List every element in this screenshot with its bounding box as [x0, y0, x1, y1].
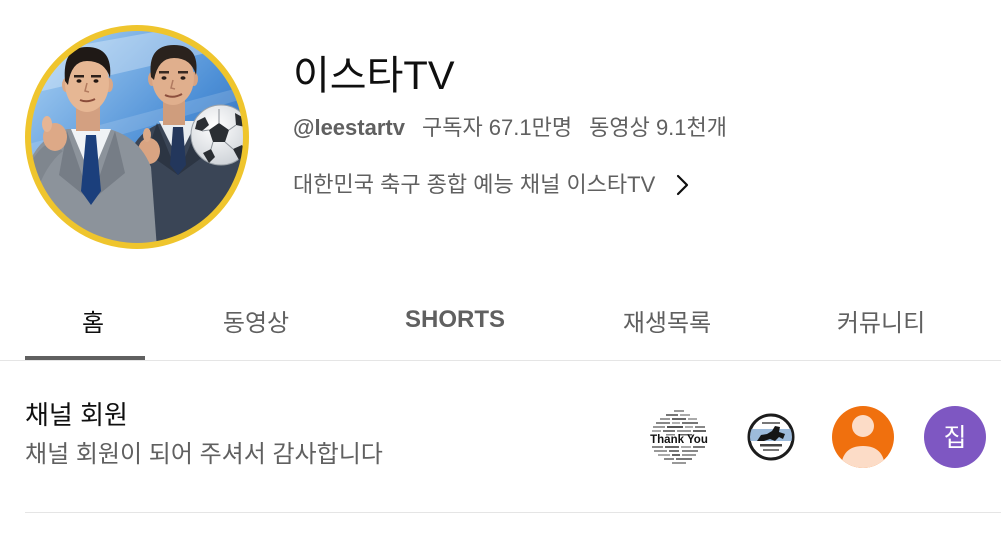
tab-videos[interactable]: 동영상 [190, 280, 322, 360]
tab-playlists[interactable]: 재생목록 [602, 280, 732, 360]
channel-avatar [25, 25, 249, 249]
member-avatar-default-person [832, 406, 894, 468]
channel-handle: @leestartv [293, 115, 405, 140]
channel-avatar-image [25, 25, 249, 249]
tab-community-label: 커뮤니티 [836, 309, 926, 337]
member-avatar-letter: 집 [924, 406, 986, 468]
tab-shorts[interactable]: SHORTS [385, 280, 525, 360]
section-divider [25, 512, 1001, 513]
channel-tabs: 홈 동영상 SHORTS 재생목록 커뮤니티 [0, 280, 1001, 361]
tab-community[interactable]: 커뮤니티 [816, 280, 946, 360]
membership-title: 채널 회원 [25, 400, 128, 430]
channel-description: 대한민국 축구 종합 예능 채널 이스타TV [293, 172, 656, 197]
avatar-letter: 집 [943, 424, 966, 452]
tab-home-label: 홈 [81, 309, 105, 337]
channel-name: 이스타TV [293, 54, 455, 98]
member-avatar-horse-logo [740, 406, 802, 468]
video-count: 동영상 9.1천개 [589, 115, 728, 140]
chevron-right-icon [677, 174, 689, 196]
tab-indicator [25, 356, 145, 360]
tab-videos-label: 동영상 [222, 309, 290, 337]
channel-description-link[interactable]: 대한민국 축구 종합 예능 채널 이스타TV [293, 170, 690, 200]
channel-info: 이스타TV @leestartv 구독자 67.1만명 동영상 9.1천개 대한… [293, 52, 983, 202]
soccer-ball [190, 104, 244, 166]
member-avatars: Thank You 집 [648, 406, 986, 468]
member-avatar-thank-you: Thank You [648, 406, 710, 468]
thank-you-text: Thank You [650, 434, 708, 446]
subscriber-count: 구독자 67.1만명 [421, 115, 573, 140]
tab-shorts-label: SHORTS [404, 306, 505, 333]
tab-playlists-label: 재생목록 [622, 309, 712, 337]
membership-subtitle: 채널 회원이 되어 주셔서 감사합니다 [25, 441, 383, 468]
channel-meta: @leestartv 구독자 67.1만명 동영상 9.1천개 [293, 113, 727, 143]
tab-home[interactable]: 홈 [25, 280, 161, 360]
